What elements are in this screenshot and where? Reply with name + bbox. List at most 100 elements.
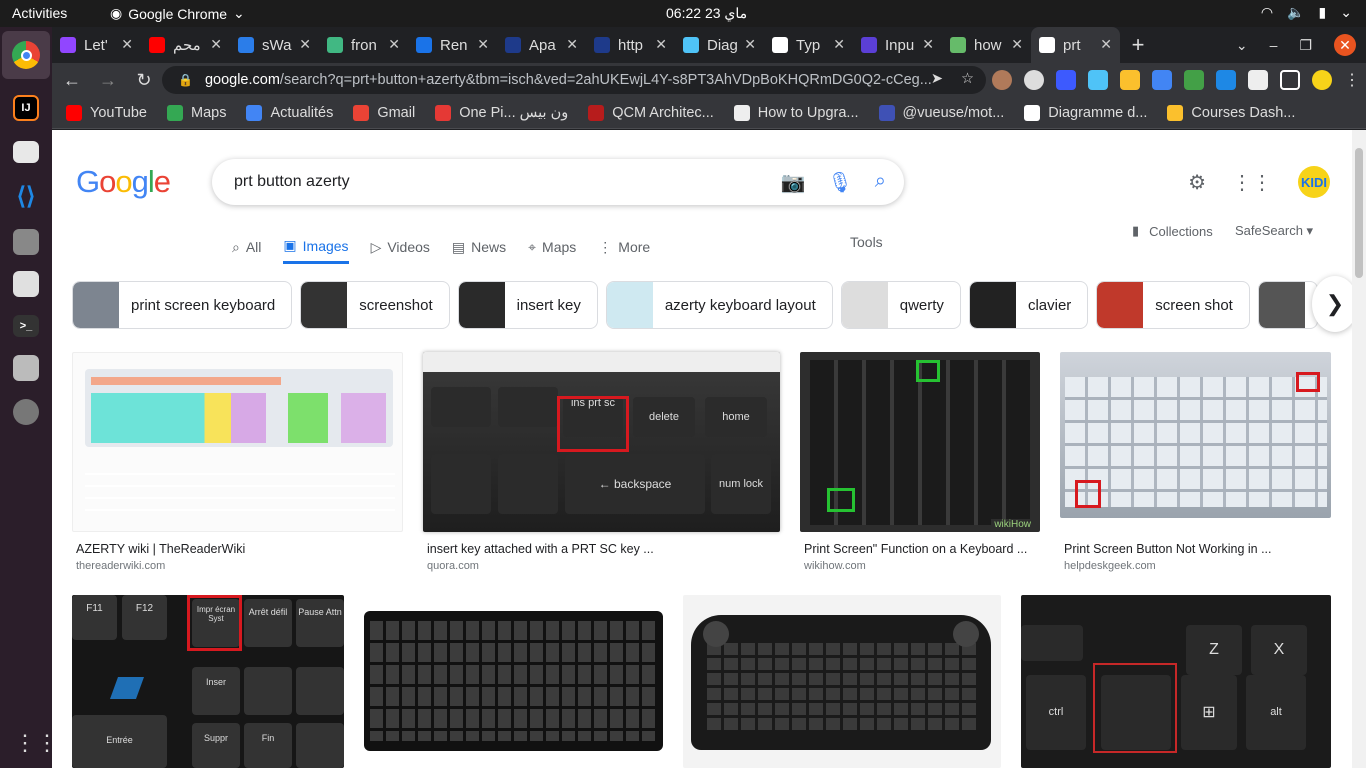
browser-tab[interactable]: Let' ✕ (52, 27, 141, 63)
browser-tab[interactable]: Diag ✕ (675, 27, 764, 63)
result-image[interactable] (72, 352, 403, 532)
tab-more[interactable]: ⋮ More (598, 230, 650, 264)
related-chip[interactable]: clavier (968, 281, 1089, 329)
dock-terminal-icon[interactable]: >_ (13, 315, 39, 337)
close-tab-icon[interactable]: ✕ (744, 36, 756, 53)
close-tab-icon[interactable]: ✕ (655, 36, 667, 53)
result-card[interactable] (364, 595, 663, 768)
tab-maps[interactable]: ⌖ Maps (528, 230, 576, 264)
close-tab-icon[interactable]: ✕ (388, 36, 400, 53)
menu-icon[interactable]: ⋮ (1344, 70, 1360, 90)
page-scrollbar[interactable] (1352, 130, 1366, 768)
dock-files-icon[interactable] (13, 141, 39, 163)
result-image[interactable]: F11 F12 Impr écran Syst Arrêt défil Paus… (72, 595, 344, 768)
bookmark-item[interactable]: How to Upgra... (733, 104, 859, 121)
result-image[interactable] (364, 595, 663, 768)
google-logo[interactable]: Google (76, 164, 171, 200)
result-image[interactable]: wikiHow (800, 352, 1040, 532)
close-tab-icon[interactable]: ✕ (566, 36, 578, 53)
result-card[interactable]: F11 F12 Impr écran Syst Arrêt défil Paus… (72, 595, 344, 768)
browser-tab[interactable]: محم ✕ (141, 27, 230, 63)
browser-tab[interactable]: fron ✕ (319, 27, 408, 63)
browser-tab[interactable]: http ✕ (586, 27, 675, 63)
browser-tab[interactable]: Inpu ✕ (853, 27, 942, 63)
result-card[interactable]: Z X ctrl ⊞ alt (1021, 595, 1331, 768)
address-bar[interactable]: 🔒 google.com/search?q=prt+button+azerty&… (162, 66, 986, 94)
search-input[interactable]: prt button azerty (234, 173, 350, 191)
close-tab-icon[interactable]: ✕ (210, 36, 222, 53)
result-title[interactable]: Print Screen Button Not Working in ... (1064, 542, 1272, 556)
forward-icon[interactable]: → (92, 70, 124, 91)
bookmark-item[interactable]: Gmail (353, 104, 415, 121)
bookmark-item[interactable]: YouTube (66, 104, 147, 121)
extension-icon[interactable] (1216, 70, 1236, 90)
bookmark-item[interactable]: @vueuse/mot... (878, 104, 1004, 121)
system-tray[interactable]: ◠ 🔈 ▮ ⌄ (1261, 4, 1352, 21)
camera-icon[interactable]: 📷 (781, 170, 806, 195)
related-chip[interactable]: screen shot (1096, 281, 1250, 329)
browser-tab[interactable]: Typ ✕ (764, 27, 853, 63)
result-image[interactable] (1060, 352, 1331, 518)
send-icon[interactable]: ➤ (931, 71, 943, 87)
new-tab-icon[interactable]: + (1120, 32, 1156, 58)
back-icon[interactable]: ← (56, 70, 88, 91)
close-tab-icon[interactable]: ✕ (299, 36, 311, 53)
close-tab-icon[interactable]: ✕ (477, 36, 489, 53)
browser-tab[interactable]: how ✕ (942, 27, 1031, 63)
scrollbar-thumb[interactable] (1355, 148, 1363, 278)
tab-videos[interactable]: ▷ Videos (371, 230, 430, 264)
close-tab-icon[interactable]: ✕ (1011, 36, 1023, 53)
apps-grid-icon[interactable]: ⋮⋮ (1232, 170, 1272, 195)
dock-chrome-icon[interactable] (2, 31, 50, 79)
related-chip[interactable]: insert key (457, 281, 598, 329)
shield-icon[interactable] (1184, 70, 1204, 90)
browser-tab[interactable]: Ren ✕ (408, 27, 497, 63)
sidebar-icon[interactable] (1280, 70, 1300, 90)
result-card[interactable]: AZERTY wiki | TheReaderWiki thereaderwik… (72, 352, 403, 582)
dock-screenshot-icon[interactable] (13, 229, 39, 255)
bookmark-item[interactable]: QCM Architec... (588, 104, 714, 121)
bookmark-item[interactable]: One Pi... ون بيس (435, 104, 568, 121)
bookmark-star-icon[interactable]: ☆ (961, 71, 974, 87)
maximize-icon[interactable]: ❐ (1299, 37, 1312, 54)
extension-icon[interactable] (992, 70, 1012, 90)
bookmark-item[interactable]: Diagramme d... (1024, 104, 1147, 121)
tools-button[interactable]: Tools (850, 234, 883, 250)
result-image[interactable]: ins prt sc delete home ← backspace num l… (423, 352, 780, 532)
result-title[interactable]: AZERTY wiki | TheReaderWiki (76, 542, 245, 556)
tab-search-icon[interactable]: ⌄ (1236, 37, 1248, 54)
dock-disk-icon[interactable] (13, 399, 39, 425)
safesearch-button[interactable]: SafeSearch ▾ (1235, 223, 1313, 239)
result-image[interactable] (683, 595, 1001, 768)
puzzle-icon[interactable] (1248, 70, 1268, 90)
browser-tab[interactable]: sWa ✕ (230, 27, 319, 63)
dock-intellij-icon[interactable]: IJ (13, 95, 39, 121)
result-title[interactable]: Print Screen" Function on a Keyboard ... (804, 542, 1027, 556)
result-card[interactable] (683, 595, 1001, 768)
result-card[interactable]: wikiHow Print Screen" Function on a Keyb… (800, 352, 1040, 582)
close-tab-icon[interactable]: ✕ (833, 36, 845, 53)
collections-button[interactable]: ▮ Collections (1132, 223, 1213, 239)
profile-avatar[interactable] (1312, 70, 1332, 90)
bookmark-item[interactable]: Courses Dash... (1167, 104, 1295, 121)
extension-icon[interactable] (1056, 70, 1076, 90)
result-image[interactable]: Z X ctrl ⊞ alt (1021, 595, 1331, 768)
extension-icon[interactable] (1088, 70, 1108, 90)
browser-tab[interactable]: prt ✕ (1031, 27, 1120, 63)
translate-icon[interactable] (1152, 70, 1172, 90)
result-card[interactable]: Print Screen Button Not Working in ... h… (1060, 352, 1331, 582)
result-title[interactable]: insert key attached with a PRT SC key ..… (427, 542, 654, 556)
related-chip[interactable]: azerty keyboard layout (605, 281, 833, 329)
bookmark-item[interactable]: Maps (166, 104, 226, 121)
search-box[interactable]: prt button azerty 📷 🎙 ⌕ (212, 159, 904, 205)
mic-icon[interactable]: 🎙 (827, 170, 852, 195)
search-icon[interactable]: ⌕ (875, 170, 886, 195)
tab-news[interactable]: ▤ News (452, 230, 506, 264)
result-card[interactable]: ins prt sc delete home ← backspace num l… (423, 352, 780, 582)
related-chip[interactable] (1257, 281, 1318, 329)
reload-icon[interactable]: ↻ (128, 70, 160, 91)
browser-tab[interactable]: Apa ✕ (497, 27, 586, 63)
account-avatar[interactable]: KIDI (1298, 166, 1330, 198)
tab-all[interactable]: ⌕ All (232, 230, 261, 264)
close-icon[interactable]: ✕ (1334, 34, 1356, 56)
